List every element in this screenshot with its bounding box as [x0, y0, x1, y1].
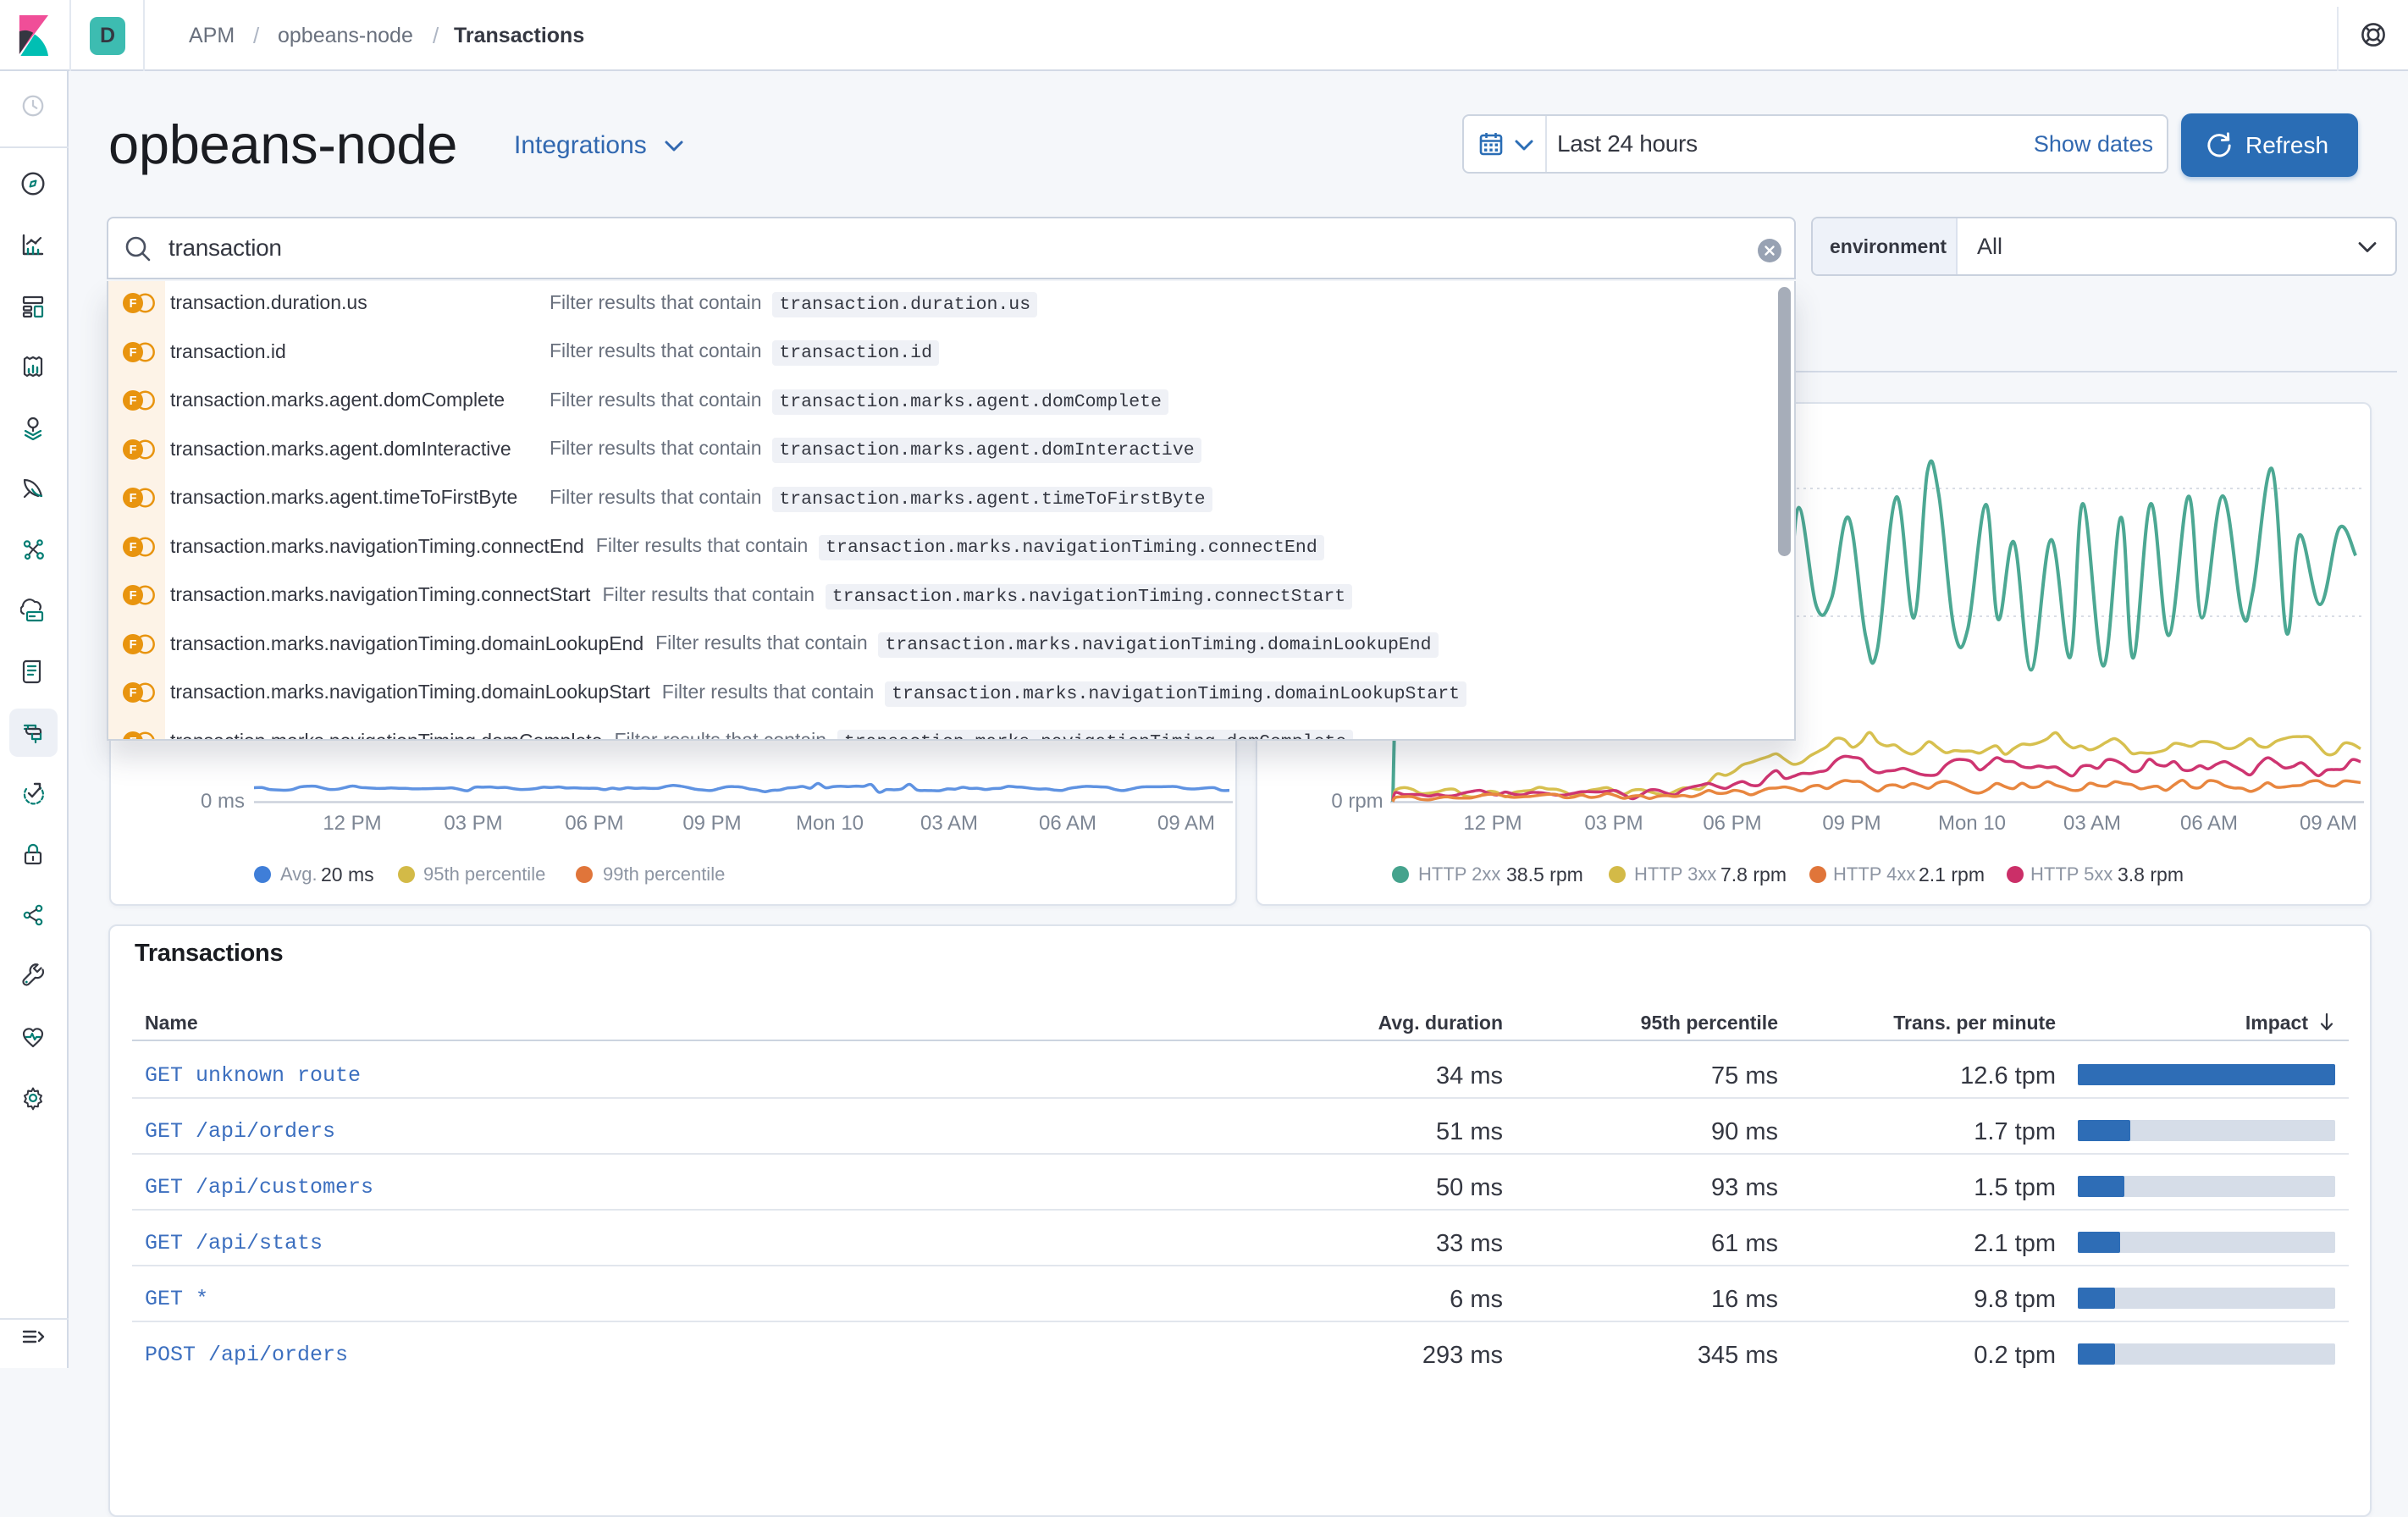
- svg-text:F: F: [130, 736, 137, 742]
- svg-text:F: F: [130, 589, 137, 603]
- svg-text:F: F: [130, 541, 137, 554]
- svg-text:F: F: [130, 638, 137, 652]
- svg-text:F: F: [130, 444, 137, 457]
- svg-text:F: F: [130, 394, 137, 408]
- svg-text:F: F: [130, 297, 137, 311]
- svg-text:F: F: [130, 346, 137, 360]
- svg-text:F: F: [130, 492, 137, 505]
- svg-text:F: F: [130, 687, 137, 700]
